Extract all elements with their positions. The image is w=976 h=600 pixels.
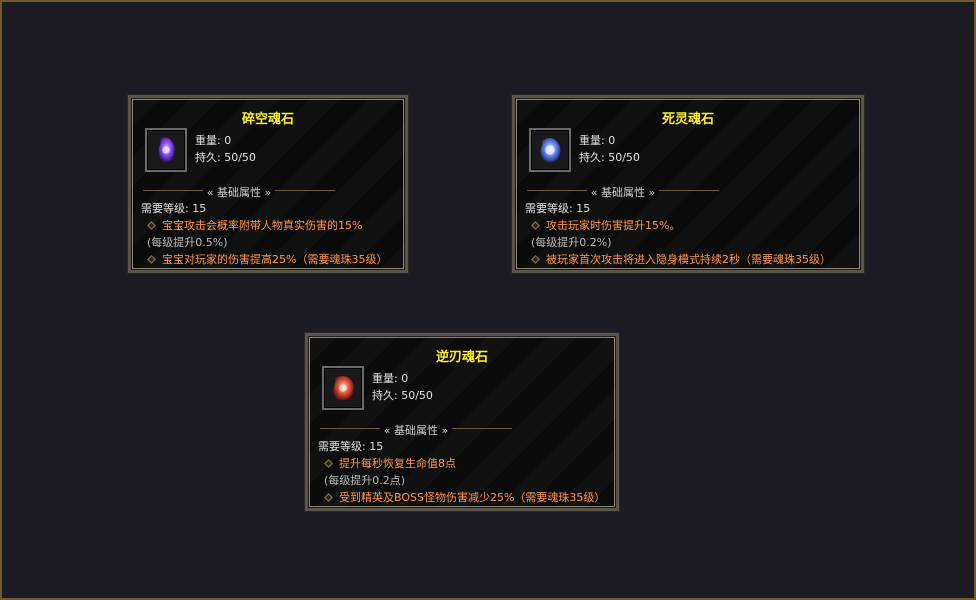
attribute-line: 宝宝攻击会概率附带人物真实伤害的15% [141, 217, 362, 233]
section-label: « 基础属性 » [206, 186, 272, 199]
diamond-bullet-icon [147, 221, 156, 230]
diamond-bullet-icon [324, 459, 333, 468]
section-divider: « 基础属性 » [143, 184, 335, 199]
attribute-growth: (每级提升0.5%) [147, 236, 228, 249]
attribute-line: 被玩家首次攻击将进入隐身模式持续2秒（需要魂珠35级） [525, 251, 831, 267]
item-weight: 重量: 0 [195, 134, 232, 147]
blue-soulstone-icon [529, 128, 571, 172]
diamond-bullet-icon [531, 255, 540, 264]
attribute-growth: (每级提升0.2点) [324, 474, 406, 487]
diamond-bullet-icon [531, 221, 540, 230]
item-title: 逆刃魂石 [435, 350, 488, 365]
diamond-bullet-icon [147, 255, 156, 264]
item-tooltip-suikong: 碎空魂石 重量: 0 持久: 50/50 « 基础属性 » 需要等级: 15 宝… [128, 95, 408, 273]
item-weight: 重量: 0 [372, 372, 409, 385]
diamond-bullet-icon [324, 493, 333, 502]
attribute-growth: (每级提升0.2%) [531, 236, 612, 249]
item-tooltip-siling: 死灵魂石 重量: 0 持久: 50/50 « 基础属性 » 需要等级: 15 攻… [512, 95, 864, 273]
item-title: 死灵魂石 [661, 112, 714, 127]
item-tooltip-niren: 逆刃魂石 重量: 0 持久: 50/50 « 基础属性 » 需要等级: 15 提… [305, 333, 619, 511]
purple-soulstone-icon [145, 128, 187, 172]
item-durability: 持久: 50/50 [372, 389, 433, 402]
attribute-line: 攻击玩家时伤害提升15%。 [525, 217, 680, 233]
section-label: « 基础属性 » [590, 186, 656, 199]
attribute-line: 提升每秒恢复生命值8点 [318, 455, 456, 471]
item-durability: 持久: 50/50 [579, 151, 640, 164]
section-divider: « 基础属性 » [527, 184, 719, 199]
required-level: 需要等级: 15 [141, 202, 207, 215]
section-divider: « 基础属性 » [320, 422, 512, 437]
red-soulstone-icon [322, 366, 364, 410]
required-level: 需要等级: 15 [525, 202, 591, 215]
section-label: « 基础属性 » [383, 424, 449, 437]
required-level: 需要等级: 15 [318, 440, 384, 453]
attribute-line: 宝宝对玩家的伤害提高25%（需要魂珠35级） [141, 251, 387, 267]
item-title: 碎空魂石 [241, 112, 294, 127]
item-durability: 持久: 50/50 [195, 151, 256, 164]
attribute-line: 受到精英及BOSS怪物伤害减少25%（需要魂珠35级） [318, 489, 605, 505]
item-weight: 重量: 0 [579, 134, 616, 147]
